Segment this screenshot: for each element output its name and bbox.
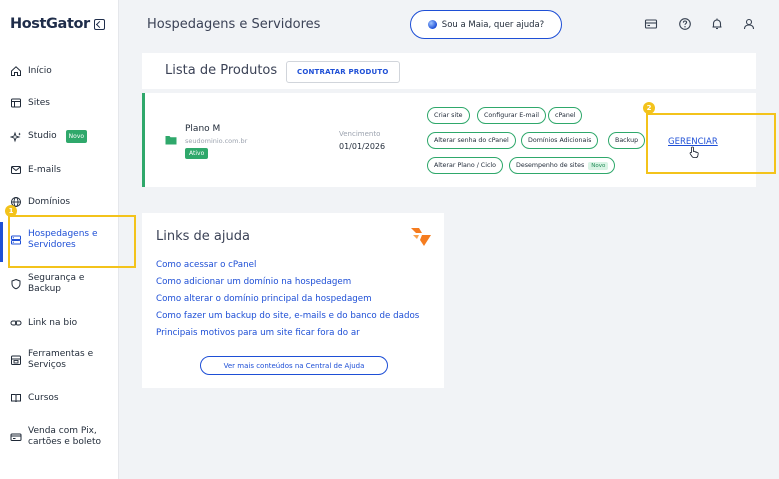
sidebar-item-label: Link na bio	[28, 317, 78, 328]
maia-avatar-icon	[427, 20, 437, 29]
sidebar-item-label: Sites	[28, 97, 50, 108]
billing-card-icon[interactable]	[644, 17, 658, 31]
site-performance-label: Desempenho de sites	[516, 162, 585, 169]
sidebar-item-venda-pix[interactable]: Venda com Pix, cartões e boleto	[10, 426, 116, 448]
hostgator-logo[interactable]: HostGator	[10, 16, 105, 32]
sidebar-item-label: Início	[28, 65, 52, 76]
help-link-change-domain[interactable]: Como alterar o domínio principal da hosp…	[156, 294, 372, 304]
user-account-icon[interactable]	[742, 17, 756, 31]
plan-name: Plano M	[185, 124, 221, 134]
sidebar-item-ferramentas[interactable]: Ferramentas e Serviços	[10, 349, 116, 371]
hostgator-brand-icon	[411, 228, 431, 246]
collapse-sidebar-icon[interactable]	[93, 18, 105, 30]
shield-icon	[10, 278, 22, 290]
page-title: Hospedagens e Servidores	[147, 17, 321, 32]
sidebar-item-link-na-bio[interactable]: Link na bio	[10, 317, 116, 329]
contract-product-button[interactable]: CONTRATAR PRODUTO	[286, 61, 400, 83]
products-list-header: Lista de Produtos CONTRATAR PRODUTO	[142, 53, 756, 89]
change-plan-cycle-chip[interactable]: Alterar Plano / Ciclo	[427, 157, 504, 174]
maia-help-label: Sou a Maia, quer ajuda?	[441, 19, 545, 30]
new-badge: Novo	[588, 161, 609, 170]
sidebar-item-dominios[interactable]: Domínios	[10, 196, 116, 208]
sidebar-item-label: Cursos	[28, 392, 59, 403]
help-link-site-down[interactable]: Principais motivos para um site ficar fo…	[156, 328, 360, 338]
due-date-value: 01/01/2026	[339, 142, 386, 151]
sidebar-item-emails[interactable]: E-mails	[10, 164, 116, 176]
addon-domains-chip[interactable]: Domínios Adicionais	[521, 132, 599, 149]
tools-icon	[10, 354, 22, 366]
sidebar-item-label: Ferramentas e Serviços	[28, 349, 94, 370]
home-icon	[10, 65, 22, 77]
sidebar-item-label: Segurança e Backup	[28, 273, 85, 294]
sidebar-item-label: E-mails	[28, 164, 61, 175]
help-link-backup[interactable]: Como fazer um backup do site, e-mails e …	[156, 311, 419, 321]
change-cpanel-password-chip[interactable]: Alterar senha do cPanel	[427, 132, 516, 149]
active-nav-indicator	[0, 222, 3, 262]
sidebar-item-label: Venda com Pix, cartões e boleto	[28, 426, 101, 447]
cpanel-chip[interactable]: cPanel	[548, 107, 583, 124]
sidebar-item-seguranca[interactable]: Segurança e Backup	[10, 273, 116, 295]
help-link-cpanel[interactable]: Como acessar o cPanel	[156, 260, 256, 270]
create-site-chip[interactable]: Criar site	[427, 107, 470, 124]
sparkles-icon	[10, 131, 22, 143]
help-question-icon[interactable]	[678, 17, 692, 31]
browser-icon	[10, 97, 22, 109]
sidebar-item-label: Domínios	[28, 196, 71, 207]
sidebar-item-inicio[interactable]: Início	[10, 65, 116, 77]
sidebar-item-label: Studio	[28, 131, 57, 141]
book-icon	[10, 392, 22, 404]
maia-help-button[interactable]: Sou a Maia, quer ajuda?	[410, 10, 562, 39]
sidebar-item-studio[interactable]: Studio Novo	[10, 130, 116, 143]
status-badge: Ativo	[185, 148, 209, 159]
site-performance-chip[interactable]: Desempenho de sites Novo	[509, 157, 616, 174]
folder-icon	[165, 136, 177, 145]
backup-chip[interactable]: Backup	[608, 132, 646, 149]
help-center-button[interactable]: Ver mais conteúdos na Central de Ajuda	[200, 356, 388, 375]
plan-domain: seudominio.com.br	[185, 137, 248, 145]
help-link-add-domain[interactable]: Como adicionar um domínio na hospedagem	[156, 277, 351, 287]
step-marker-1: 1	[5, 205, 17, 217]
sidebar-item-cursos[interactable]: Cursos	[10, 392, 116, 404]
top-header: Hospedagens e Servidores Sou a Maia, que…	[120, 0, 779, 50]
sidebar-item-sites[interactable]: Sites	[10, 97, 116, 109]
logo-text: HostGator	[10, 16, 90, 32]
link-icon	[10, 317, 22, 329]
highlight-box-manage	[646, 113, 776, 174]
highlight-box-hospedagens	[8, 215, 136, 268]
mail-icon	[10, 164, 22, 176]
notification-bell-icon[interactable]	[710, 17, 724, 31]
new-badge: Novo	[65, 130, 88, 143]
step-marker-2: 2	[643, 102, 655, 114]
due-date-label: Vencimento	[339, 130, 381, 138]
help-links-card: Links de ajuda Como acessar o cPanel Com…	[142, 213, 444, 388]
help-links-title: Links de ajuda	[156, 229, 250, 244]
configure-email-chip[interactable]: Configurar E-mail	[477, 107, 546, 124]
products-title: Lista de Produtos	[165, 63, 278, 78]
payment-icon	[10, 431, 22, 443]
